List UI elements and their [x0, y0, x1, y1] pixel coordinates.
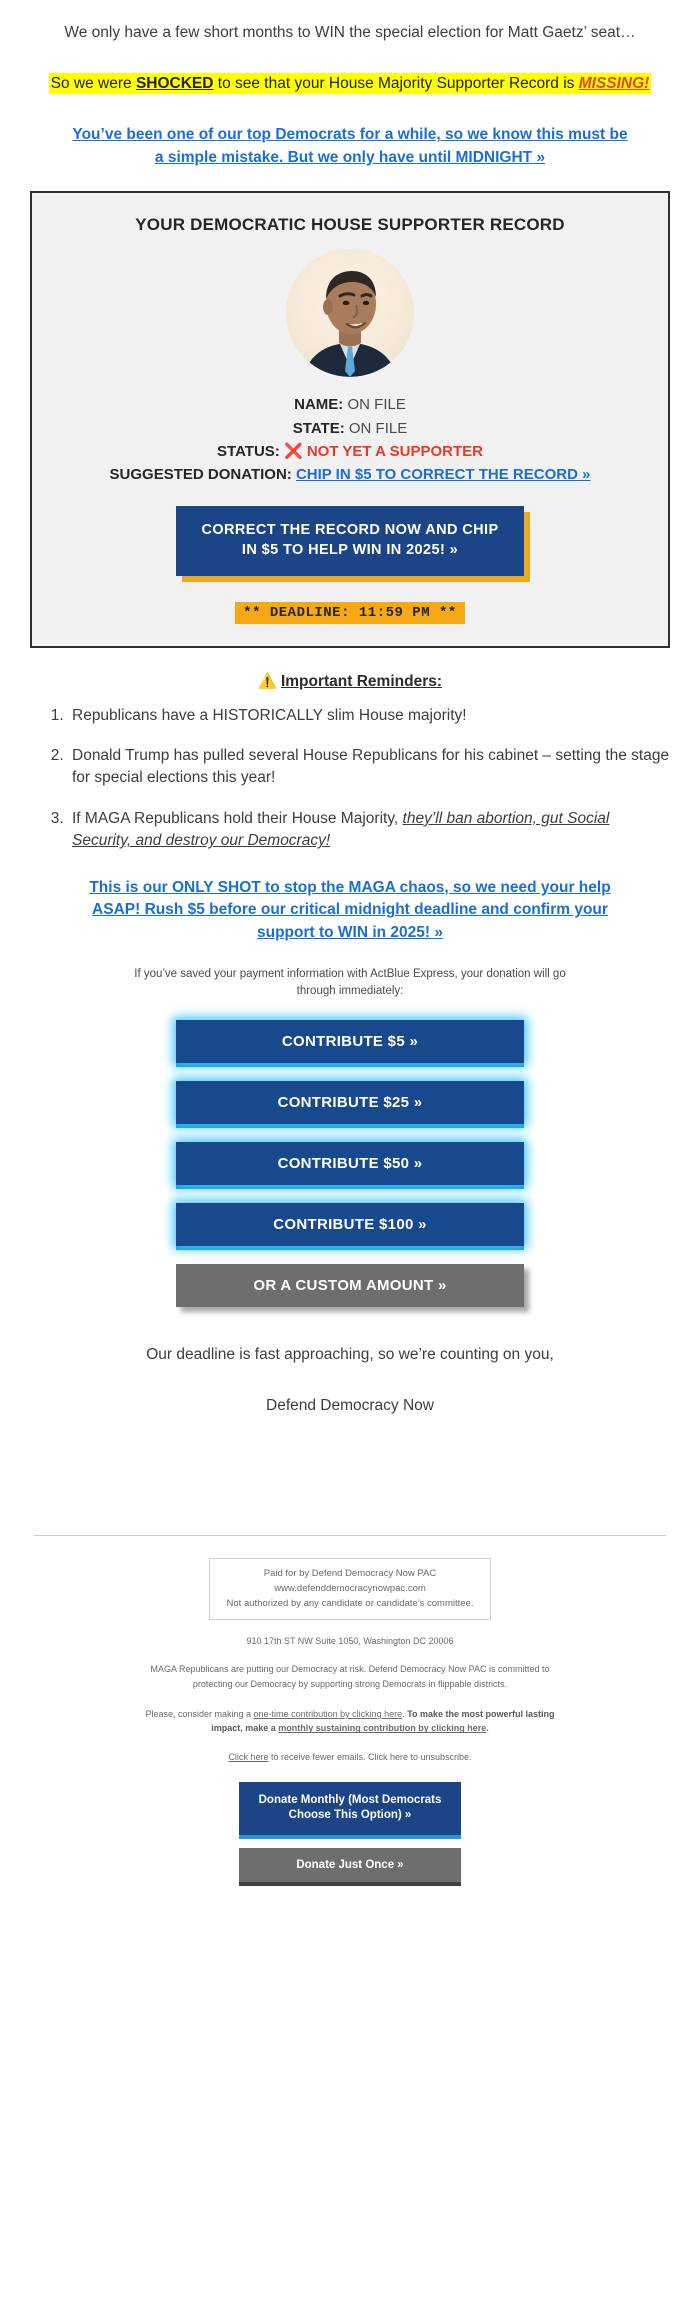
custom-amount-button[interactable]: OR A CUSTOM AMOUNT »	[176, 1263, 524, 1307]
suggested-donation-label: SUGGESTED DONATION:	[109, 466, 292, 484]
missing-word: MISSING!	[578, 75, 650, 93]
important-reminders-text: Important Reminders:	[280, 672, 443, 690]
state-value: ON FILE	[348, 419, 408, 437]
not-authorized-line: Not authorized by any candidate or candi…	[226, 1597, 474, 1609]
status-label: STATUS:	[217, 442, 280, 460]
state-label: STATE:	[292, 419, 345, 437]
record-row-name: NAME: ON FILE	[46, 393, 654, 416]
hakeem-jeffries-portrait-icon	[286, 249, 414, 378]
deadline-banner: ** DEADLINE: 11:59 PM **	[235, 601, 465, 624]
unsubscribe-line: Click here to receive fewer emails. Clic…	[30, 1752, 670, 1762]
warning-triangle-icon: ⚠️	[257, 672, 277, 690]
supporter-record-card: YOUR DEMOCRATIC HOUSE SUPPORTER RECORD N…	[30, 191, 670, 648]
name-value: ON FILE	[347, 396, 406, 414]
unsubscribe-text: to receive fewer emails. Click here to u…	[268, 1751, 472, 1762]
lede-paragraph: We only have a few short months to WIN t…	[64, 24, 636, 41]
shocked-highlight-block: So we were SHOCKED to see that your Hous…	[30, 72, 670, 96]
record-fields: NAME: ON FILE STATE: ON FILE STATUS: ❌ N…	[46, 393, 654, 486]
important-reminders-heading: ⚠️ Important Reminders:	[0, 672, 700, 691]
reminder-2-text: Donald Trump has pulled several House Re…	[72, 747, 670, 787]
donation-button-stack: CONTRIBUTE $5 » CONTRIBUTE $25 » CONTRIB…	[176, 1019, 524, 1307]
email-body: We only have a few short months to WIN t…	[0, 0, 700, 1906]
contribute-50-button[interactable]: CONTRIBUTE $50 »	[176, 1141, 524, 1185]
footer-button-stack: Donate Monthly (Most Democrats Choose Th…	[239, 1781, 461, 1882]
reminders-list: Republicans have a HISTORICALLY slim Hou…	[46, 705, 670, 853]
correct-record-button-row: CORRECT THE RECORD NOW AND CHIP IN $5 TO…	[46, 506, 654, 576]
highlight-text: So we were SHOCKED to see that your Hous…	[48, 73, 652, 95]
ask-pre-text: Please, consider making a	[145, 1709, 254, 1720]
email-footer: Paid for by Defend Democracy Now PAC www…	[0, 1535, 700, 1906]
list-item: If MAGA Republicans hold their House Maj…	[68, 808, 670, 853]
signature-name: Defend Democracy Now	[266, 1396, 434, 1414]
mailing-address: 910 17th ST NW Suite 1050, Washington DC…	[246, 1636, 454, 1647]
record-row-suggested: SUGGESTED DONATION: CHIP IN $5 TO CORREC…	[46, 463, 654, 486]
paid-for-line: Paid for by Defend Democracy Now PAC	[263, 1568, 437, 1580]
midnight-cta-link[interactable]: You’ve been one of our top Democrats for…	[70, 124, 630, 169]
contribute-100-button[interactable]: CONTRIBUTE $100 »	[176, 1202, 524, 1246]
list-item: Republicans have a HISTORICALLY slim Hou…	[68, 705, 670, 727]
name-label: NAME:	[294, 396, 344, 414]
one-time-contribution-link[interactable]: one-time contribution by clicking here	[254, 1709, 403, 1719]
ask-bold-post-text: .	[486, 1723, 489, 1734]
only-shot-cta-link[interactable]: This is our ONLY SHOT to stop the MAGA c…	[65, 877, 635, 944]
donate-once-button[interactable]: Donate Just Once »	[239, 1847, 461, 1882]
portrait-container	[46, 249, 654, 378]
fewer-emails-link[interactable]: Click here	[228, 1752, 268, 1762]
chip-in-5-link[interactable]: CHIP IN $5 TO CORRECT THE RECORD »	[296, 466, 591, 483]
intro-section: We only have a few short months to WIN t…	[0, 0, 700, 169]
pac-website: www.defenddemocracynowpac.com	[274, 1582, 426, 1594]
record-row-state: STATE: ON FILE	[46, 417, 654, 440]
shocked-word: SHOCKED	[135, 75, 214, 93]
paid-for-disclaimer-box: Paid for by Defend Democracy Now PAC www…	[209, 1558, 491, 1621]
signoff-block: Our deadline is fast approaching, so we’…	[0, 1343, 700, 1418]
cross-mark-icon: ❌	[283, 442, 303, 460]
donate-monthly-button[interactable]: Donate Monthly (Most Democrats Choose Th…	[239, 1781, 461, 1835]
list-item: Donald Trump has pulled several House Re…	[68, 745, 670, 790]
correct-record-button[interactable]: CORRECT THE RECORD NOW AND CHIP IN $5 TO…	[176, 506, 524, 576]
status-badge: NOT YET A SUPPORTER	[306, 442, 483, 460]
shock-mid-text: to see that your House Majority Supporte…	[213, 75, 579, 93]
actblue-express-note: If you’ve saved your payment information…	[134, 968, 566, 997]
mission-statement: MAGA Republicans are putting our Democra…	[150, 1664, 550, 1689]
monthly-sustaining-link[interactable]: monthly sustaining contribution by click…	[278, 1723, 486, 1733]
record-card-title: YOUR DEMOCRATIC HOUSE SUPPORTER RECORD	[135, 215, 565, 235]
shock-pre-text: So we were	[50, 75, 136, 93]
reminder-3-text: If MAGA Republicans hold their House Maj…	[72, 809, 403, 827]
deadline-banner-row: ** DEADLINE: 11:59 PM **	[46, 601, 654, 624]
reminder-1-text: Republicans have a HISTORICALLY slim Hou…	[72, 706, 467, 724]
contribute-25-button[interactable]: CONTRIBUTE $25 »	[176, 1080, 524, 1124]
footer-divider	[34, 1535, 666, 1537]
signoff-line: Our deadline is fast approaching, so we’…	[146, 1345, 554, 1363]
contribute-5-button[interactable]: CONTRIBUTE $5 »	[176, 1019, 524, 1063]
contribution-ask: Please, consider making a one-time contr…	[140, 1707, 560, 1736]
record-row-status: STATUS: ❌ NOT YET A SUPPORTER	[46, 440, 654, 463]
